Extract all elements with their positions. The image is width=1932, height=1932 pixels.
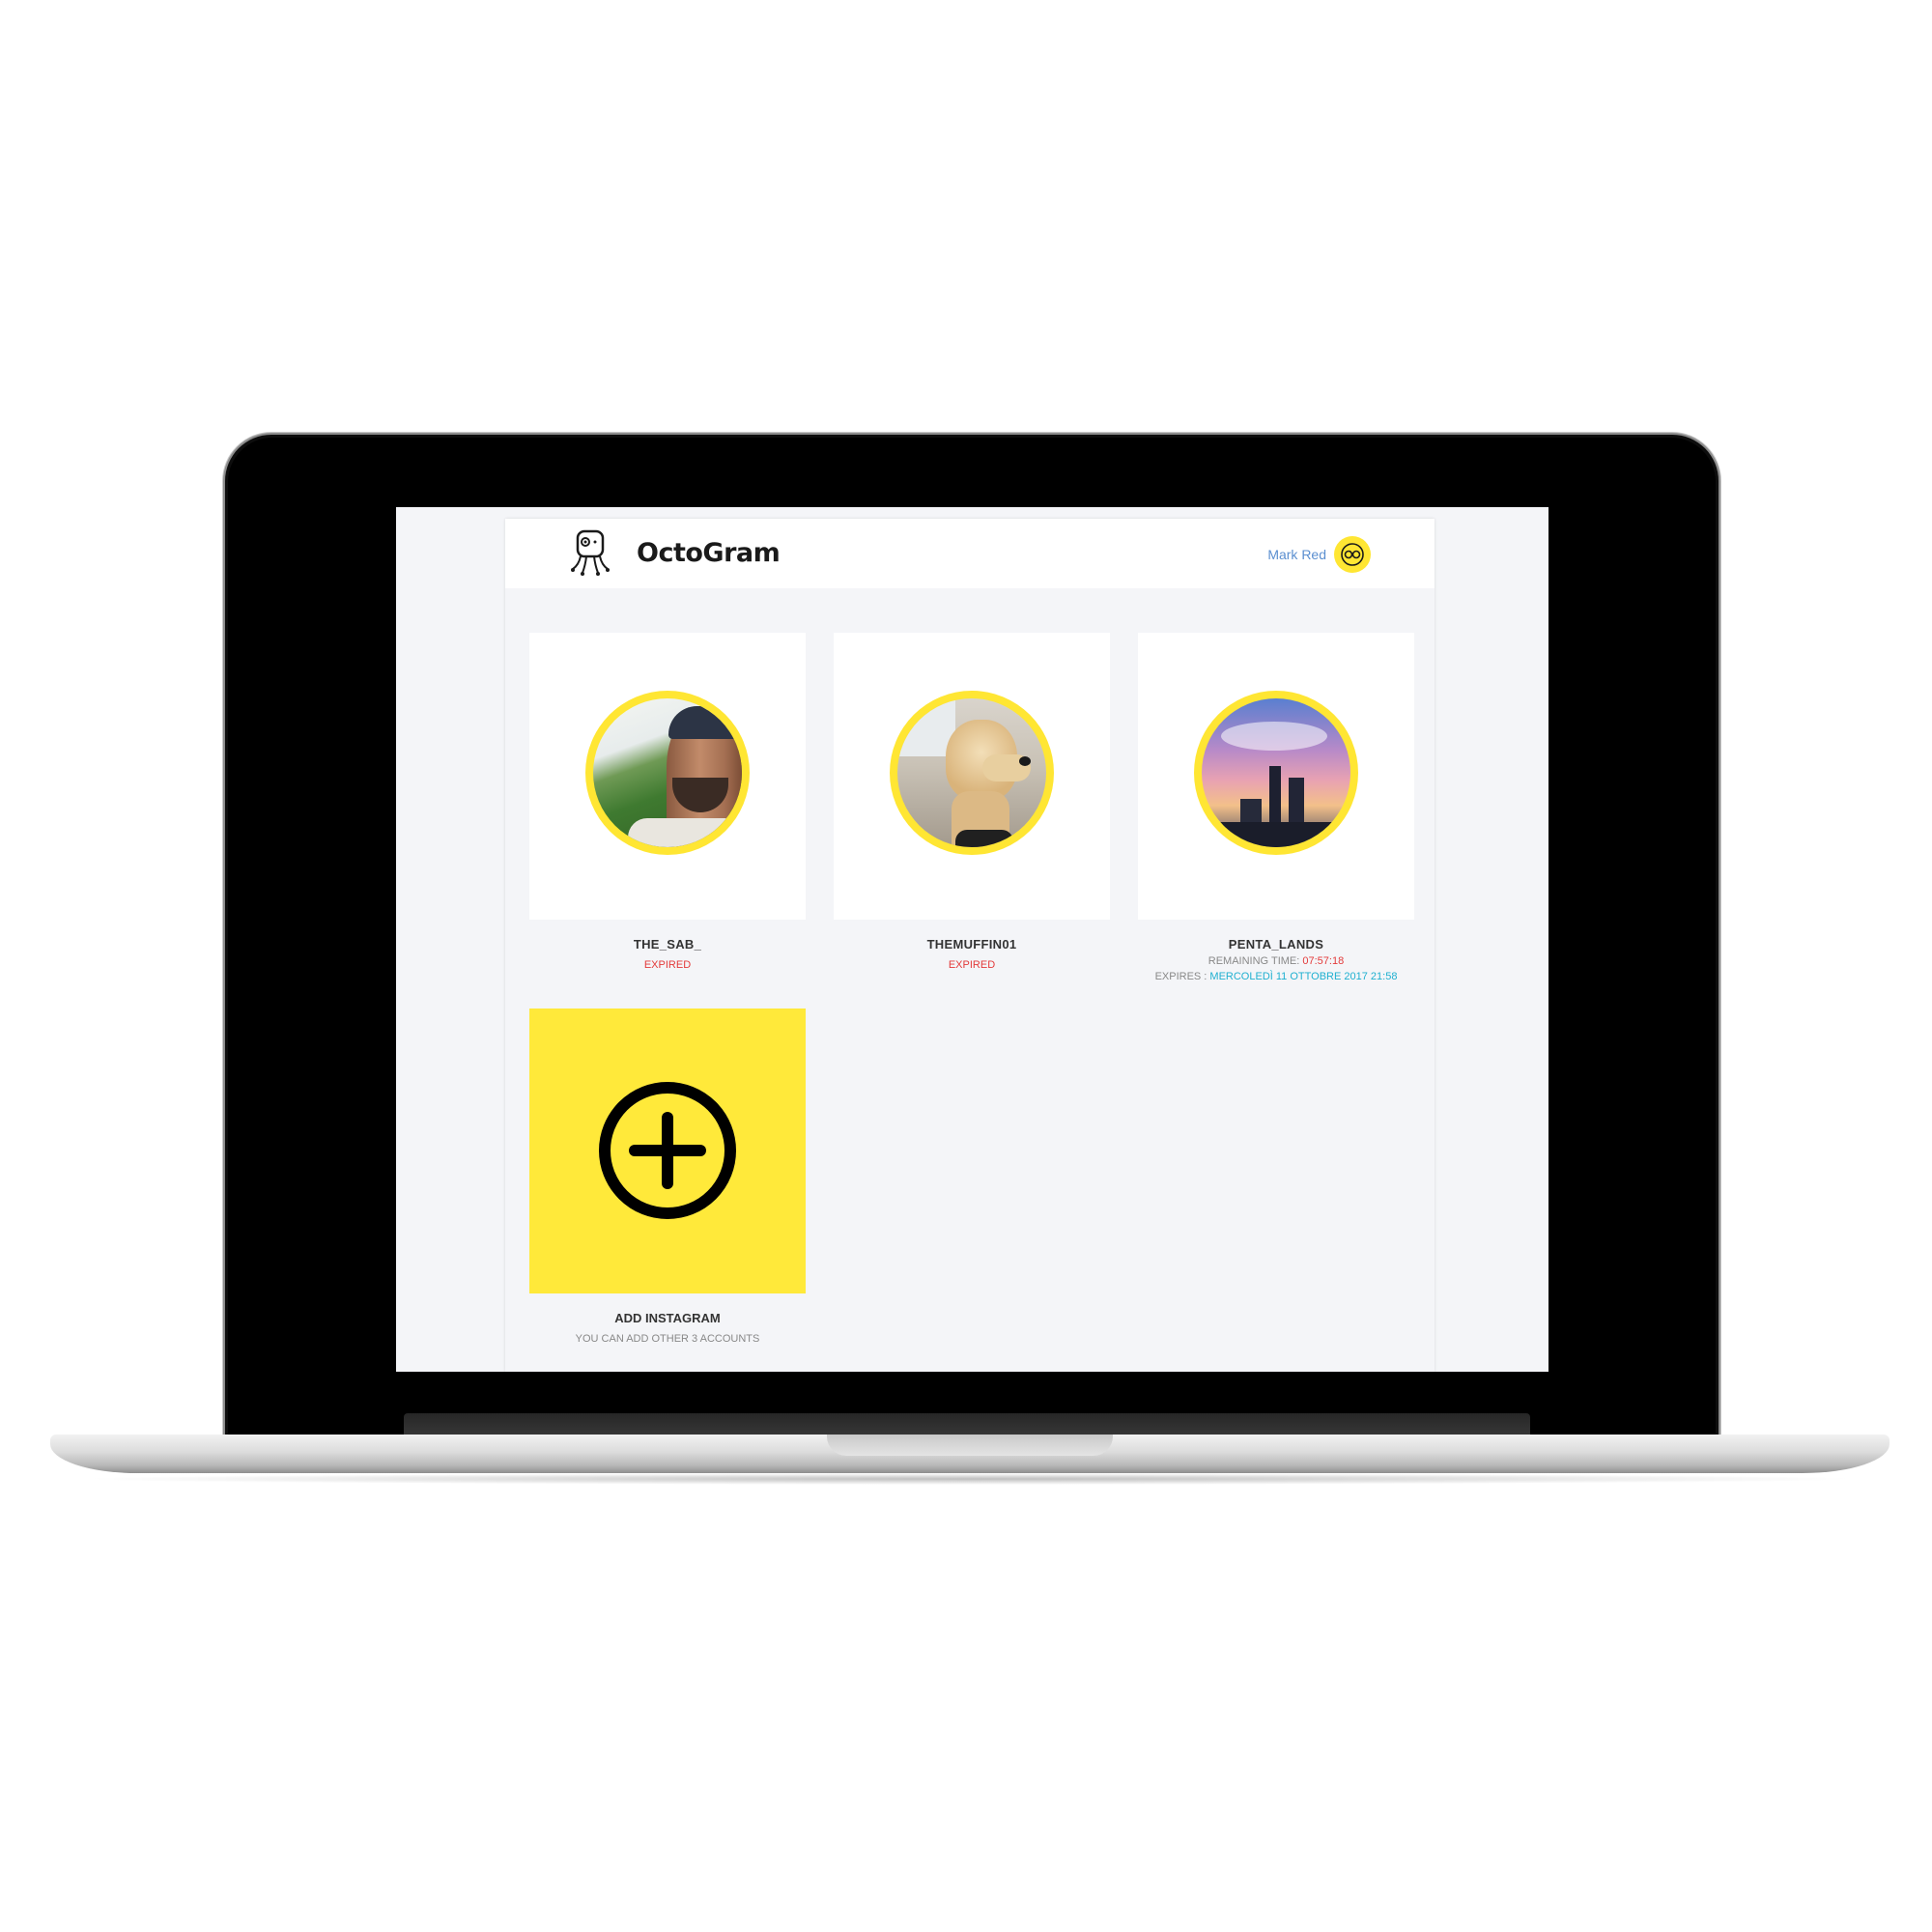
add-instagram-button[interactable] xyxy=(529,1009,806,1293)
remaining-time-line: REMAINING TIME: 07:57:18 xyxy=(1138,955,1414,967)
account-avatar-ring xyxy=(1194,691,1358,855)
expires-label: EXPIRES : xyxy=(1154,971,1210,982)
octopus-eyes-icon xyxy=(1341,543,1364,566)
account-avatar-ring xyxy=(890,691,1054,855)
app-name[interactable]: OctoGram xyxy=(637,538,781,568)
account-avatar-ring xyxy=(585,691,750,855)
account-username: THEMUFFIN01 xyxy=(926,937,1017,952)
account-card[interactable]: THE_SAB_ EXPIRED xyxy=(529,633,806,971)
remaining-time-value: 07:57:18 xyxy=(1302,955,1345,967)
account-avatar-photo xyxy=(897,698,1046,847)
plus-circle-icon xyxy=(599,1082,736,1219)
account-card-box[interactable] xyxy=(834,633,1110,920)
laptop-screen: OctoGram Mark Red THE_SAB_ EXPIRED THEMU… xyxy=(396,507,1548,1372)
user-avatar[interactable] xyxy=(1334,536,1371,573)
add-instagram-subtitle: YOU CAN ADD OTHER 3 ACCOUNTS xyxy=(575,1333,760,1345)
account-status: EXPIRED xyxy=(643,959,692,971)
account-card[interactable]: PENTA_LANDS REMAINING TIME: 07:57:18 EXP… xyxy=(1138,633,1414,982)
remaining-time-label: REMAINING TIME: xyxy=(1208,955,1303,967)
expires-value: MERCOLEDÌ 11 OTTOBRE 2017 21:58 xyxy=(1209,971,1398,982)
account-card-box[interactable] xyxy=(1138,633,1414,920)
account-card-box[interactable] xyxy=(529,633,806,920)
account-status: EXPIRED xyxy=(948,959,996,971)
account-avatar-photo xyxy=(1202,698,1350,847)
account-card[interactable]: THEMUFFIN01 EXPIRED xyxy=(834,633,1110,971)
account-avatar-photo xyxy=(593,698,742,847)
laptop-shadow xyxy=(77,1473,1862,1485)
octopus-logo-icon[interactable] xyxy=(569,528,611,577)
app-container: OctoGram Mark Red THE_SAB_ EXPIRED THEMU… xyxy=(505,519,1435,1372)
expiry-line: EXPIRES : MERCOLEDÌ 11 OTTOBRE 2017 21:5… xyxy=(1138,971,1414,982)
add-instagram-card[interactable]: ADD INSTAGRAM YOU CAN ADD OTHER 3 ACCOUN… xyxy=(529,1009,806,1345)
user-name-link[interactable]: Mark Red xyxy=(1267,547,1326,562)
laptop-notch xyxy=(827,1435,1113,1456)
add-instagram-title: ADD INSTAGRAM xyxy=(614,1311,721,1325)
account-username: PENTA_LANDS xyxy=(1228,937,1324,952)
top-bar: OctoGram Mark Red xyxy=(505,519,1435,588)
account-username: THE_SAB_ xyxy=(633,937,702,952)
